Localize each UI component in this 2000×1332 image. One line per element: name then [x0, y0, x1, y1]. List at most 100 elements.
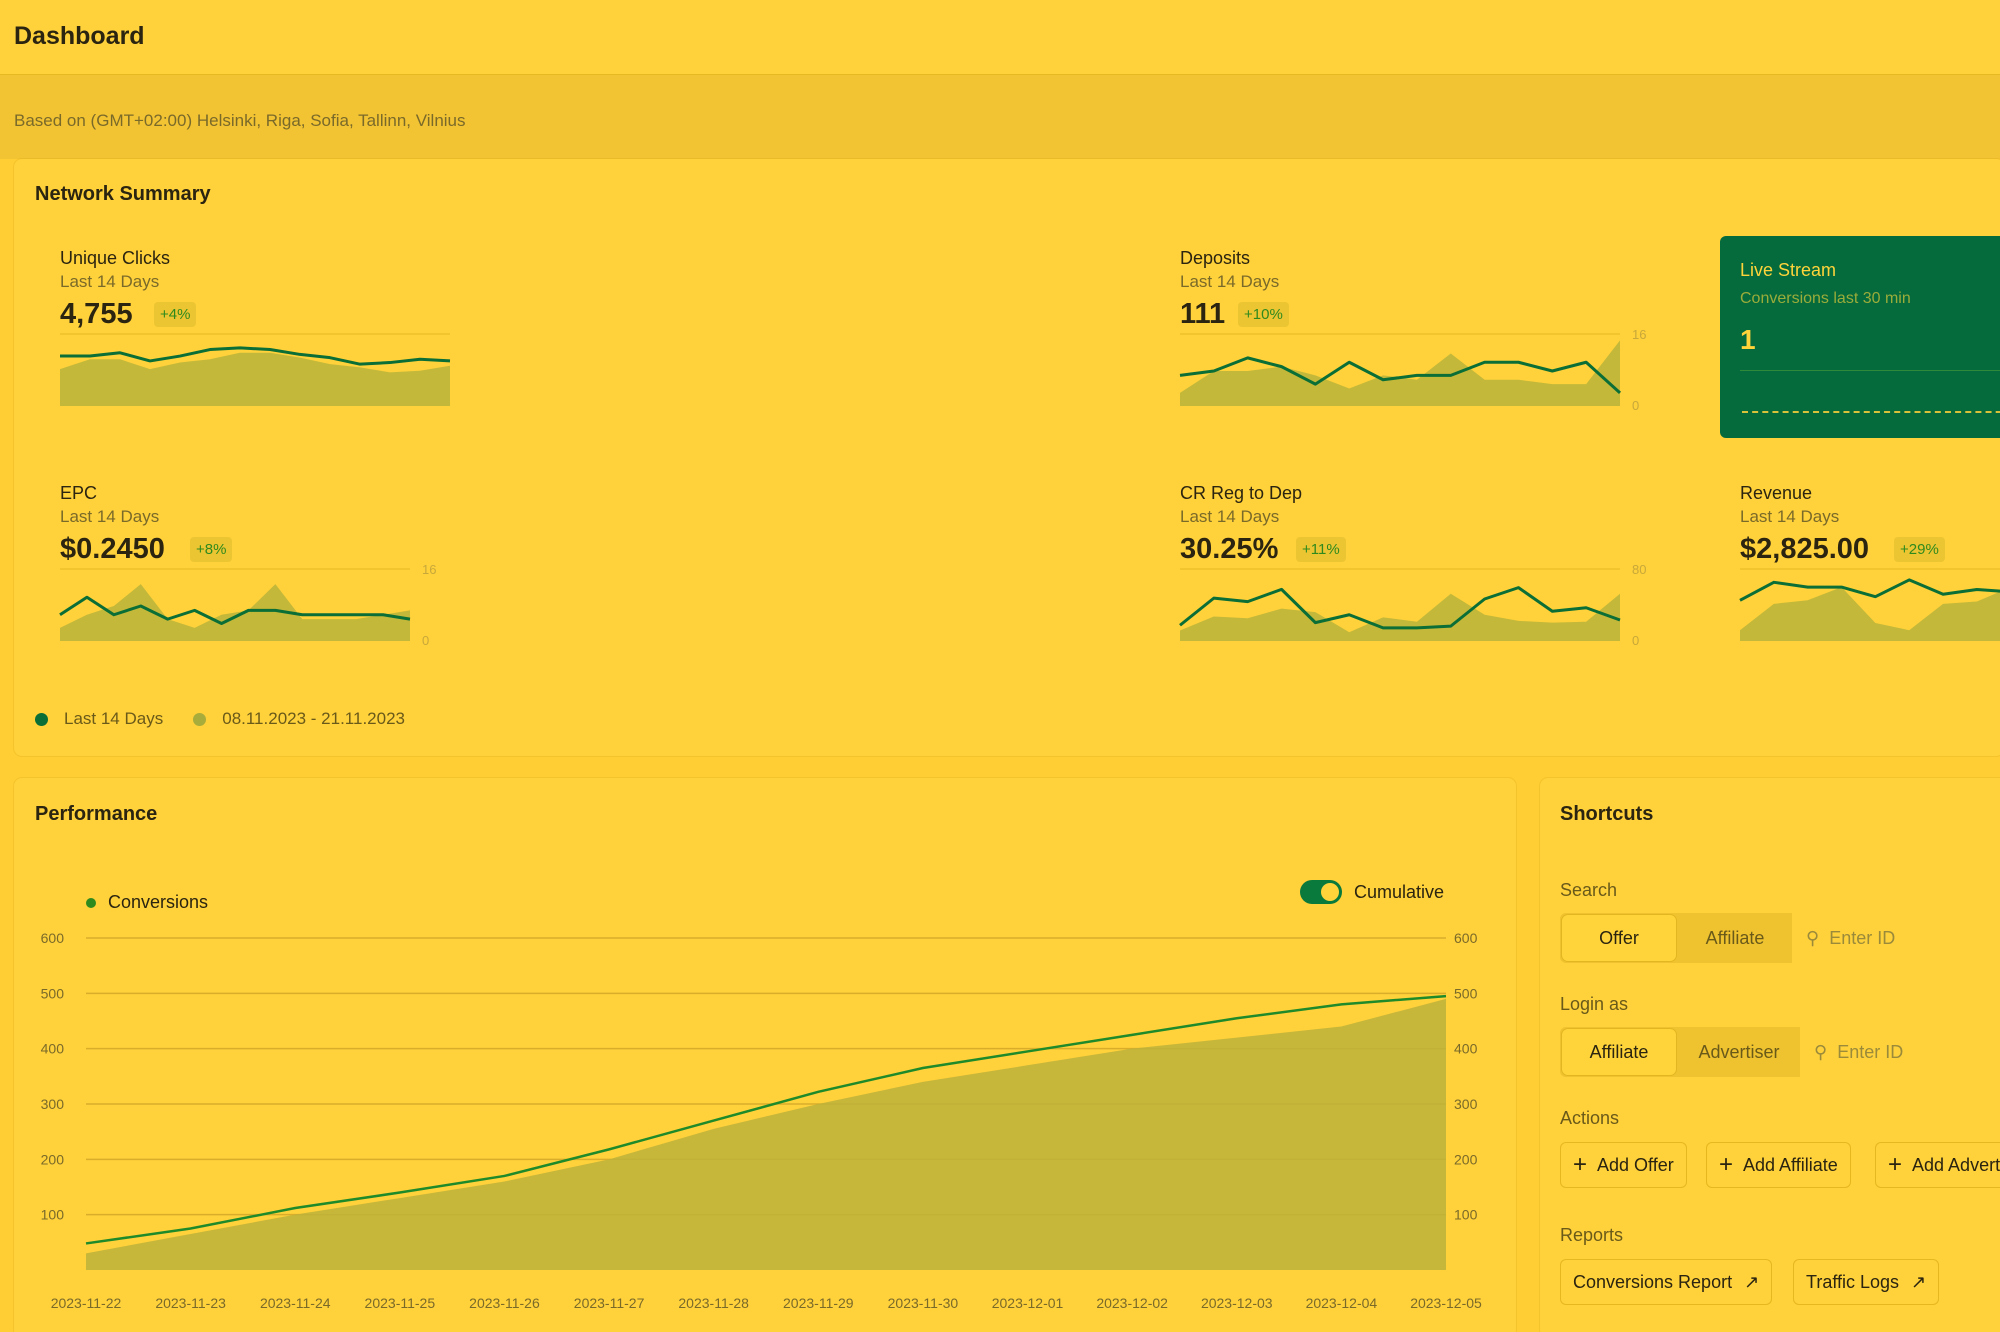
- x-tick-label: 2023-11-26: [469, 1295, 540, 1311]
- external-link-icon: ↗: [1744, 1271, 1760, 1292]
- cumulative-label: Cumulative: [1354, 881, 1445, 902]
- metric-deposits: Deposits Last 14 Days 111 +10% 16 0: [1179, 248, 1646, 468]
- y-tick-label-left: 100: [41, 1207, 65, 1223]
- sparkline-chart: 16 0: [59, 562, 436, 648]
- metric-period: Last 14 Days: [1180, 507, 1280, 526]
- performance-title: Performance: [35, 803, 158, 825]
- search-type-affiliate[interactable]: Affiliate: [1678, 913, 1792, 963]
- summary-legend: Last 14 Days 08.11.2023 - 21.11.2023: [35, 709, 405, 729]
- login-as-label: Login as: [1560, 994, 1629, 1014]
- traffic-logs-link[interactable]: Traffic Logs ↗: [1793, 1259, 1940, 1305]
- live-stream-title: Live Stream: [1740, 260, 1837, 280]
- metric-period: Last 14 Days: [60, 272, 160, 291]
- metric-value: 30.25%: [1180, 533, 1279, 565]
- metric-period: Last 14 Days: [60, 507, 160, 526]
- top-bar: Dashboard: [0, 0, 2000, 75]
- y-tick-label-left: 400: [41, 1041, 65, 1057]
- x-tick-label: 2023-11-28: [678, 1295, 749, 1311]
- add-offer-button[interactable]: + Add Offer: [1560, 1142, 1687, 1188]
- search-type-offer[interactable]: Offer: [1562, 915, 1676, 961]
- login-type-affiliate[interactable]: Affiliate: [1562, 1029, 1676, 1075]
- x-tick-label: 2023-11-30: [888, 1295, 959, 1311]
- sparkline-previous-area: [60, 352, 450, 406]
- live-stream-card[interactable]: Live Stream Conversions last 30 min 1: [1720, 236, 2000, 438]
- comparison-area: [86, 998, 1446, 1270]
- change-badge: +8%: [190, 537, 233, 562]
- y-tick-label-left: 200: [41, 1151, 65, 1167]
- x-tick-label: 2023-12-04: [1306, 1295, 1378, 1311]
- metric-label: Revenue: [1740, 483, 1813, 503]
- reports-label: Reports: [1560, 1225, 1624, 1245]
- x-tick-label: 2023-11-25: [365, 1295, 436, 1311]
- metric-period: Last 14 Days: [1180, 272, 1280, 291]
- sparkline-axis-min: 0: [1632, 633, 1639, 648]
- x-tick-label: 2023-11-29: [783, 1295, 854, 1311]
- metric-unique-clicks: Unique Clicks Last 14 Days 4,755 +4%: [60, 248, 500, 468]
- x-tick-label: 2023-12-01: [992, 1295, 1064, 1311]
- legend-dot-conversions: [86, 897, 96, 908]
- network-summary-title: Network Summary: [35, 183, 211, 205]
- plus-icon: +: [1573, 1151, 1588, 1178]
- metric-revenue: Revenue Last 14 Days $2,825.00 +29%: [1739, 483, 2000, 703]
- change-badge: +10%: [1238, 302, 1289, 327]
- search-id-input[interactable]: [1829, 927, 1990, 949]
- live-stream-value: 1: [1740, 324, 1756, 355]
- search-control: Offer Affiliate ⚲: [1560, 913, 2000, 963]
- add-advertiser-button[interactable]: + Add Advertiser: [1875, 1142, 2000, 1188]
- plus-icon: +: [1888, 1151, 1903, 1178]
- search-label: Search: [1560, 880, 1618, 900]
- login-type-advertiser[interactable]: Advertiser: [1678, 1027, 1800, 1077]
- login-id-field[interactable]: ⚲: [1800, 1027, 2000, 1077]
- metric-value: $2,825.00: [1740, 533, 1870, 565]
- metric-value: $0.2450: [60, 533, 165, 565]
- change-badge: +4%: [154, 302, 197, 327]
- live-stream-baseline: [1742, 411, 2000, 413]
- performance-legend: Conversions: [86, 892, 208, 913]
- sparkline-axis-max: 80: [1632, 562, 1646, 577]
- actions-label: Actions: [1560, 1108, 1620, 1128]
- search-id-field[interactable]: ⚲: [1792, 913, 2000, 963]
- change-badge: +11%: [1296, 537, 1346, 562]
- login-id-input[interactable]: [1837, 1041, 1998, 1063]
- x-tick-label: 2023-12-03: [1201, 1295, 1273, 1311]
- sparkline-axis-max: 16: [1632, 327, 1646, 342]
- y-tick-label-right: 200: [1454, 1151, 1478, 1167]
- y-tick-label-right: 100: [1454, 1207, 1478, 1223]
- page-title: Dashboard: [14, 22, 145, 50]
- login-as-control: Affiliate Advertiser ⚲: [1560, 1027, 2000, 1077]
- sparkline-previous-area: [1180, 340, 1620, 406]
- y-tick-label-right: 400: [1454, 1041, 1478, 1057]
- x-tick-label: 2023-11-22: [51, 1295, 122, 1311]
- legend-label-conversions: Conversions: [108, 892, 209, 912]
- y-tick-label-left: 600: [41, 930, 65, 946]
- x-tick-label: 2023-12-02: [1096, 1295, 1168, 1311]
- y-tick-label-right: 300: [1454, 1096, 1478, 1112]
- shortcuts-title: Shortcuts: [1560, 803, 1654, 825]
- sparkline-axis-min: 0: [422, 633, 429, 648]
- change-badge: +29%: [1894, 537, 1945, 562]
- metric-label: Deposits: [1180, 248, 1251, 268]
- x-tick-label: 2023-11-23: [155, 1295, 226, 1311]
- search-icon: ⚲: [1814, 1041, 1828, 1062]
- sparkline-chart: 80 0: [1179, 562, 1646, 648]
- conversions-report-link[interactable]: Conversions Report ↗: [1560, 1259, 1773, 1305]
- add-affiliate-button[interactable]: + Add Affiliate: [1706, 1142, 1851, 1188]
- sparkline-chart: [60, 333, 451, 406]
- toggle-switch[interactable]: [1300, 880, 1342, 904]
- sparkline-chart: [1739, 568, 2000, 641]
- toggle-knob: [1321, 883, 1339, 901]
- metric-epc: EPC Last 14 Days $0.2450 +8% 16 0: [59, 483, 500, 703]
- sparkline-axis-max: 16: [422, 562, 436, 577]
- legend-dot-current: [35, 712, 48, 726]
- x-tick-label: 2023-11-27: [574, 1295, 645, 1311]
- metric-period: Last 14 Days: [1740, 507, 1840, 526]
- button-label: Add Affiliate: [1743, 1154, 1838, 1175]
- plus-icon: +: [1719, 1151, 1734, 1178]
- metric-value: 111: [1180, 298, 1226, 330]
- cumulative-toggle[interactable]: Cumulative: [1300, 880, 1444, 904]
- metric-value: 4,755: [60, 298, 133, 330]
- timezone-note: Based on (GMT+02:00) Helsinki, Riga, Sof…: [14, 111, 466, 130]
- metric-label: Unique Clicks: [60, 248, 171, 268]
- link-label: Conversions Report: [1573, 1271, 1733, 1292]
- metric-label: EPC: [60, 483, 98, 503]
